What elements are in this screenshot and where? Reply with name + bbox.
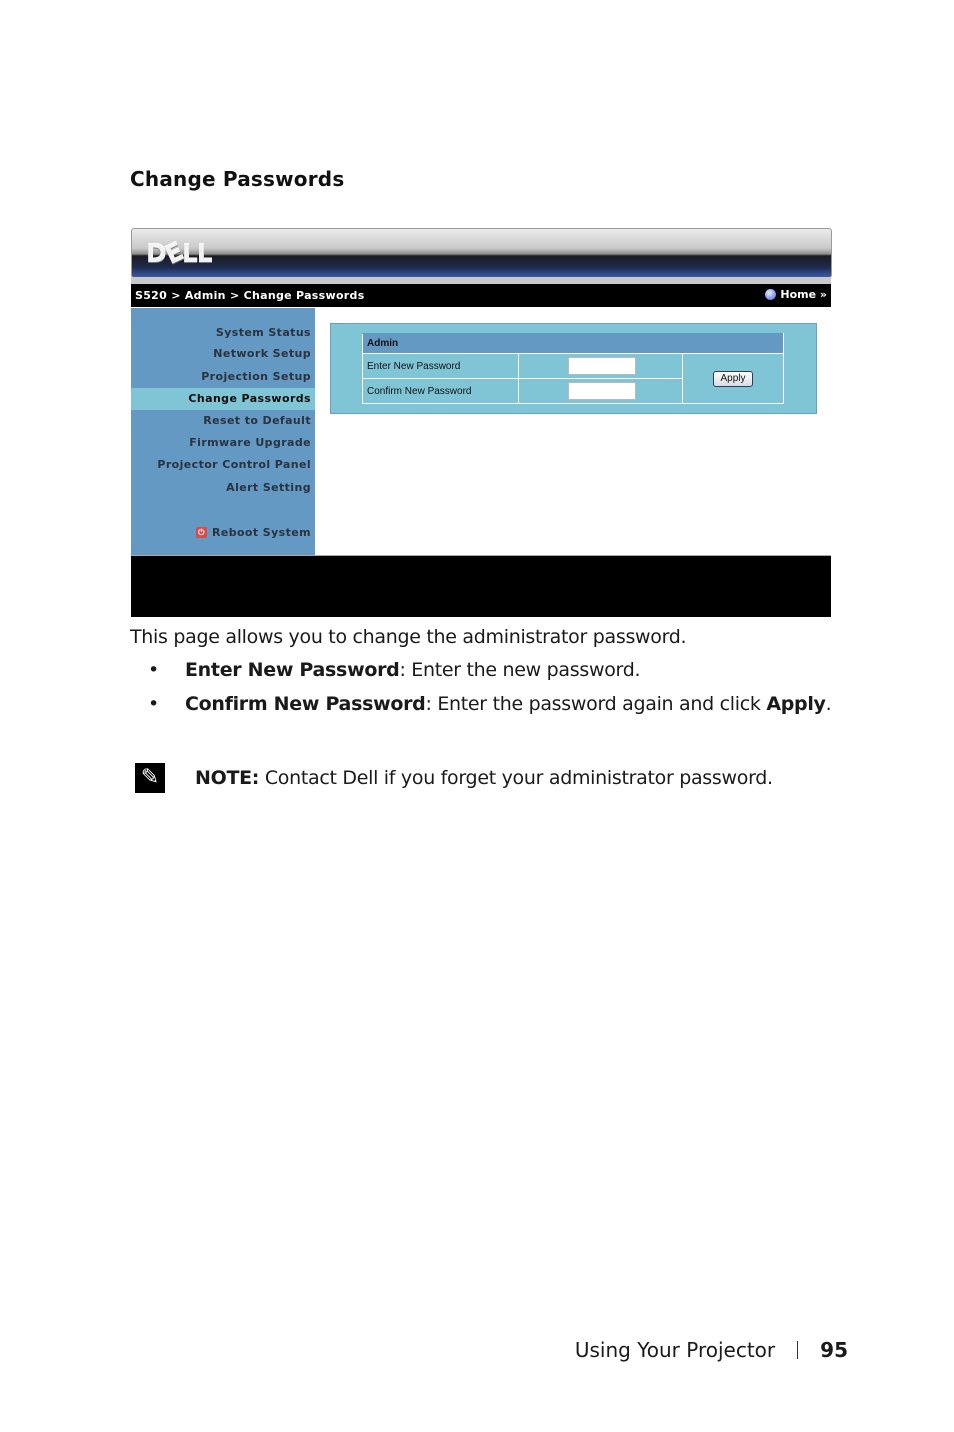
bullet-marker: • <box>148 659 160 681</box>
screenshot-footer-bar <box>131 555 831 617</box>
bullet-item: Enter New Password: Enter the new passwo… <box>185 659 641 681</box>
web-management-screenshot: DELL S520 > Admin > Change Passwords Hom… <box>131 228 832 617</box>
sidebar: System Status Network Setup Projection S… <box>131 308 315 555</box>
chapter-title: Using Your Projector <box>574 1338 776 1362</box>
page-footer: Using Your Projector 95 <box>575 1338 848 1362</box>
footer-divider <box>797 1341 799 1359</box>
section-title: Change Passwords <box>130 167 345 191</box>
apply-cell: Apply <box>682 353 784 404</box>
sidebar-item-alert-setting[interactable]: Alert Setting <box>131 481 311 494</box>
password-panel: Admin Enter New Password Apply Confirm N… <box>330 323 817 414</box>
form-row: Enter New Password Apply <box>362 353 784 404</box>
description: This page allows you to change the admin… <box>130 626 687 648</box>
bullet-term: Confirm New Password <box>185 693 426 715</box>
home-link[interactable]: Home » <box>765 288 827 301</box>
apply-button[interactable]: Apply <box>713 370 753 387</box>
field-cell <box>518 378 683 404</box>
note-label: NOTE: <box>195 767 260 789</box>
sidebar-item-projector-control-panel[interactable]: Projector Control Panel <box>131 458 311 471</box>
dell-banner: DELL <box>131 228 832 278</box>
field-label: Enter New Password <box>362 353 519 379</box>
reboot-label: Reboot System <box>211 526 311 539</box>
note-text: Contact Dell if you forget your administ… <box>259 767 773 789</box>
home-label: Home » <box>780 288 827 301</box>
bullet-item: Confirm New Password: Enter the password… <box>185 693 832 715</box>
enter-new-password-input[interactable] <box>568 357 636 375</box>
confirm-new-password-input[interactable] <box>568 382 636 400</box>
dell-logo: DELL <box>146 236 213 271</box>
field-label: Confirm New Password <box>362 378 519 404</box>
sidebar-item-firmware-upgrade[interactable]: Firmware Upgrade <box>131 436 311 449</box>
sidebar-item-network-setup[interactable]: Network Setup <box>131 347 311 360</box>
power-icon: ⏻ <box>195 527 207 538</box>
sidebar-item-projection-setup[interactable]: Projection Setup <box>131 370 311 383</box>
page-number: 95 <box>820 1338 848 1362</box>
field-cell <box>518 353 683 379</box>
password-form: Admin Enter New Password Apply Confirm N… <box>362 333 784 404</box>
breadcrumb-bar: S520 > Admin > Change Passwords Home » <box>131 284 831 307</box>
form-header: Admin <box>362 333 784 354</box>
home-icon <box>765 289 777 300</box>
sidebar-item-change-passwords[interactable]: Change Passwords <box>131 388 315 410</box>
bullet-tail-bold: Apply <box>766 693 826 715</box>
banner-divider <box>131 277 831 284</box>
bullet-text: : Enter the password again and click <box>425 693 767 715</box>
bullet-text: : Enter the new password. <box>399 659 641 681</box>
note: NOTE: Contact Dell if you forget your ad… <box>195 767 773 789</box>
sidebar-item-reboot-system[interactable]: ⏻ Reboot System <box>131 525 311 539</box>
sidebar-item-reset-to-default[interactable]: Reset to Default <box>131 414 311 427</box>
sidebar-item-system-status[interactable]: System Status <box>131 326 311 339</box>
bullet-marker: • <box>148 693 160 715</box>
pencil-note-icon: ✎ <box>135 763 165 793</box>
bullet-term: Enter New Password <box>185 659 400 681</box>
bullet-tail-end: . <box>825 693 832 715</box>
breadcrumb: S520 > Admin > Change Passwords <box>135 289 365 302</box>
